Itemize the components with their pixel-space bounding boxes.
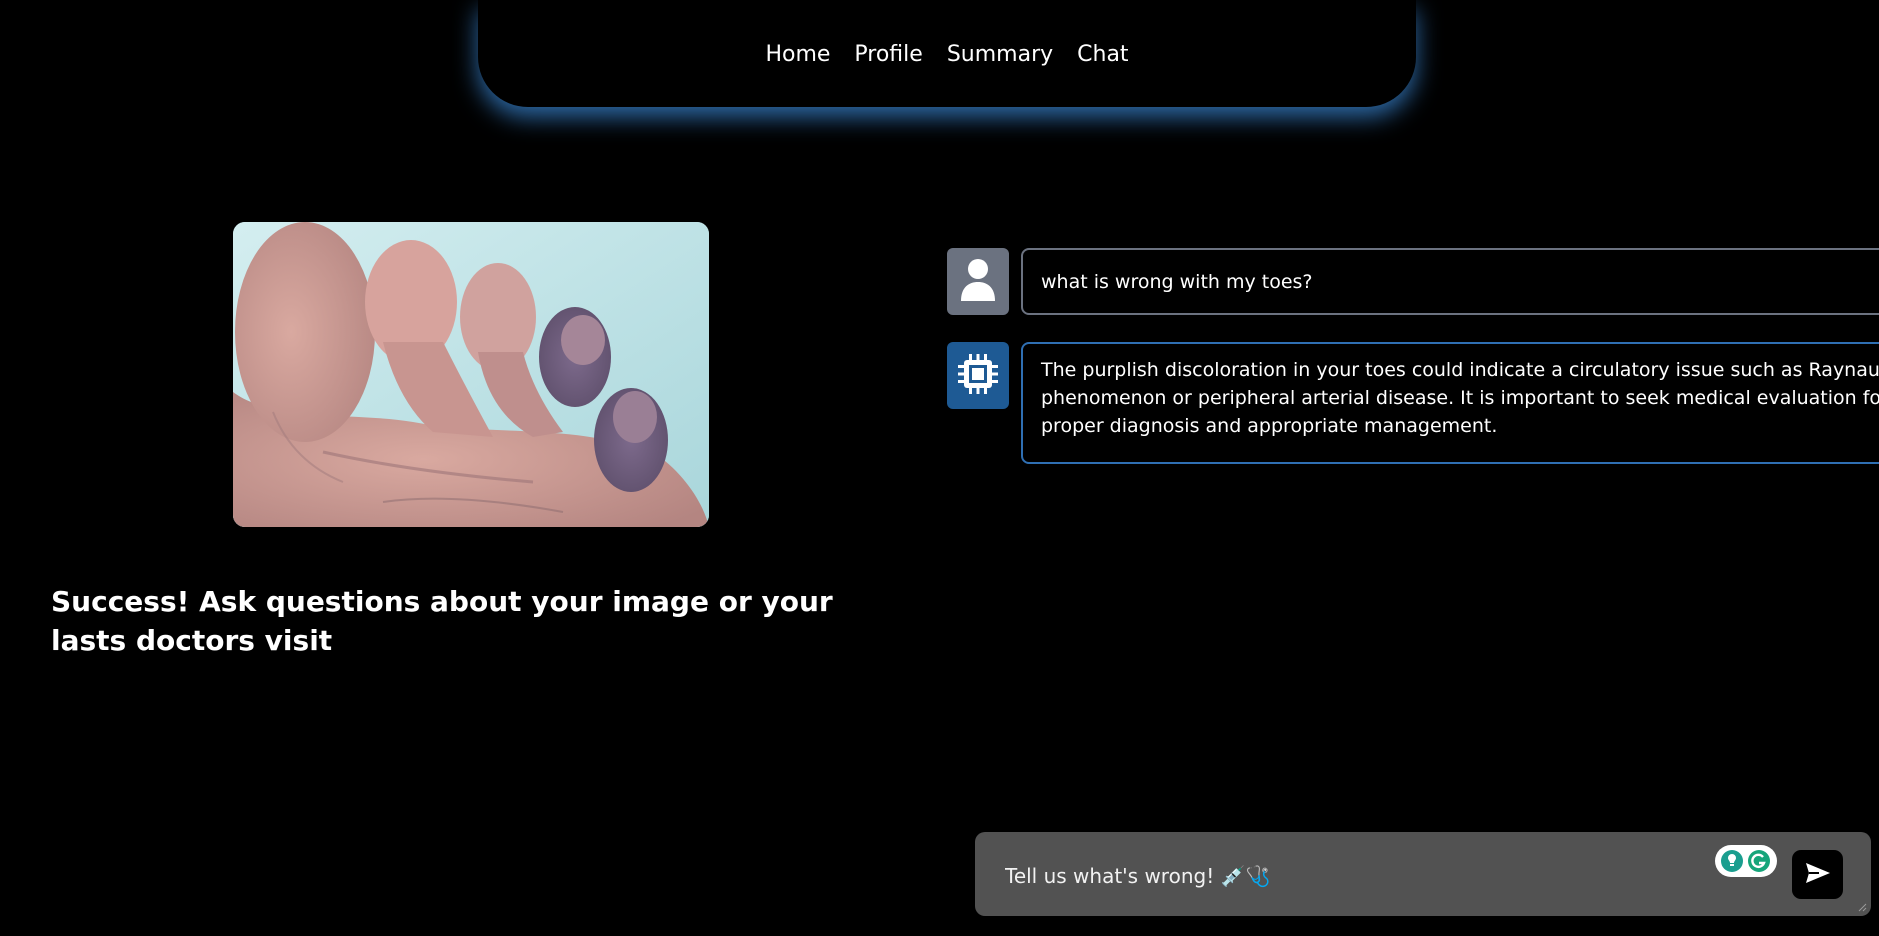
nav-home-link[interactable]: Home: [765, 40, 830, 67]
assistant-avatar: [947, 342, 1009, 409]
chat-message-user: what is wrong with my toes?: [947, 248, 1879, 315]
user-message-text: what is wrong with my toes?: [1041, 270, 1313, 293]
page: Home Profile Summary Chat Success! Ask q…: [0, 0, 1879, 936]
assistant-message-bubble: The purplish discoloration in your toes …: [1021, 342, 1879, 464]
chat-message-assistant: The purplish discoloration in your toes …: [947, 342, 1879, 464]
uploaded-image: [233, 222, 709, 527]
send-button[interactable]: [1792, 850, 1843, 899]
chat-input[interactable]: [1003, 860, 1687, 892]
chat-input-bar: [975, 832, 1871, 916]
chip-icon: [956, 352, 1000, 400]
upload-success-message: Success! Ask questions about your image …: [51, 585, 833, 657]
person-icon: [959, 257, 997, 307]
nav-summary-link[interactable]: Summary: [947, 40, 1053, 67]
nav-chat-link[interactable]: Chat: [1077, 40, 1128, 67]
user-avatar: [947, 248, 1009, 315]
nav-profile-link[interactable]: Profile: [854, 40, 922, 67]
user-message-bubble: what is wrong with my toes?: [1021, 248, 1879, 315]
extension-icons[interactable]: [1715, 845, 1777, 877]
top-navbar: Home Profile Summary Chat: [478, 0, 1416, 107]
paper-plane-icon: [1805, 862, 1831, 888]
resize-grip-icon[interactable]: [1857, 902, 1867, 912]
assistant-message-text: The purplish discoloration in your toes …: [1041, 359, 1879, 437]
